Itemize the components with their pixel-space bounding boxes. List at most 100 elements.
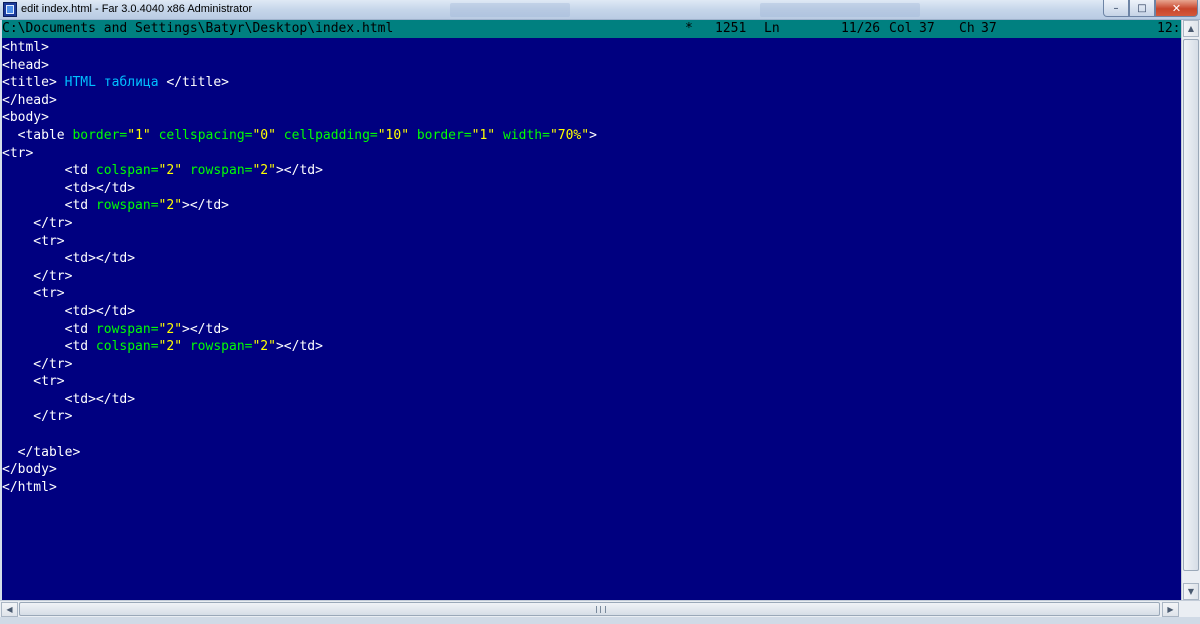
code-text[interactable]: <html> <head> <title> HTML таблица </title… xyxy=(2,39,597,496)
code-line[interactable]: <td colspan="2" rowspan="2"></td> xyxy=(2,162,597,180)
code-token-tag xyxy=(182,163,190,178)
scroll-up-arrow-icon[interactable]: ▲ xyxy=(1183,20,1199,37)
code-line[interactable]: <td></td> xyxy=(2,303,597,321)
code-line[interactable]: <html> xyxy=(2,39,597,57)
code-token-tag xyxy=(409,128,417,143)
minimize-button[interactable]: – xyxy=(1103,0,1129,17)
code-token-tag xyxy=(151,128,159,143)
code-line[interactable]: <tr> xyxy=(2,233,597,251)
code-line[interactable]: <head> xyxy=(2,57,597,75)
code-token-val: "2" xyxy=(252,339,276,355)
code-token-attr: rowspan= xyxy=(189,163,253,179)
far-manager-icon[interactable] xyxy=(3,2,17,17)
code-line[interactable]: <title> HTML таблица </title> xyxy=(2,74,597,92)
code-line[interactable] xyxy=(2,426,597,444)
maximize-button[interactable]: □ xyxy=(1129,0,1155,17)
col-value: 37 xyxy=(919,21,935,36)
close-button[interactable]: ✕ xyxy=(1155,0,1198,17)
code-token-val: "2" xyxy=(158,198,183,214)
clock: 12: xyxy=(1157,21,1181,36)
background-window-ghost xyxy=(760,3,920,17)
code-line[interactable]: <td></td> xyxy=(2,180,597,198)
modified-indicator: * xyxy=(685,21,693,36)
code-token-tag: <td xyxy=(2,198,96,214)
code-line[interactable]: </html> xyxy=(2,479,597,497)
code-token-val: "1" xyxy=(127,127,151,143)
scroll-down-arrow-icon[interactable]: ▼ xyxy=(1183,583,1199,600)
code-token-val: "2" xyxy=(158,321,183,337)
code-token-attr: cellpadding= xyxy=(283,127,378,143)
code-token-attr: colspan= xyxy=(95,339,159,355)
code-token-tag: </tr> xyxy=(2,356,73,372)
col-label: Col xyxy=(889,21,913,36)
code-token-attr: cellspacing= xyxy=(158,127,253,143)
code-token-tag: </html> xyxy=(2,479,57,495)
code-token-text: HTML таблица xyxy=(56,75,167,91)
code-line[interactable]: <tr> xyxy=(2,373,597,391)
code-line[interactable]: </tr> xyxy=(2,356,597,374)
code-token-attr: colspan= xyxy=(95,163,159,179)
horizontal-scrollbar[interactable]: ◀ ▶ xyxy=(0,600,1200,617)
file-path: C:\Documents and Settings\Batyr\Desktop\… xyxy=(2,21,394,36)
code-token-tag xyxy=(182,339,190,354)
code-token-tag: </tr> xyxy=(2,215,73,231)
code-line[interactable]: <table border="1" cellspacing="0" cellpa… xyxy=(2,127,597,145)
code-token-tag: </head> xyxy=(2,92,57,108)
code-token-tag: <tr> xyxy=(2,233,65,249)
code-line[interactable]: <td></td> xyxy=(2,250,597,268)
code-line[interactable]: <td colspan="2" rowspan="2"></td> xyxy=(2,338,597,356)
code-token-attr: border= xyxy=(72,127,128,143)
code-token-tag: <td xyxy=(2,321,96,337)
code-line[interactable]: </table> xyxy=(2,444,597,462)
code-token-tag: </tr> xyxy=(2,409,73,425)
code-token-tag: > xyxy=(589,127,597,143)
code-token-val: "0" xyxy=(252,127,276,143)
code-line[interactable]: <tr> xyxy=(2,285,597,303)
code-token-tag: ></td> xyxy=(182,321,229,337)
ch-label: Ch xyxy=(959,21,975,36)
code-token-tag: ></td> xyxy=(182,198,229,214)
ch-value: 37 xyxy=(981,21,997,36)
code-token-tag: <td></td> xyxy=(2,391,136,407)
code-line[interactable]: <td></td> xyxy=(2,391,597,409)
code-token-val: "1" xyxy=(471,127,496,143)
code-token-tag: </title> xyxy=(166,75,229,91)
code-line[interactable]: </tr> xyxy=(2,408,597,426)
code-token-tag: <td></td> xyxy=(2,251,136,267)
code-token-tag: <td></td> xyxy=(2,180,136,196)
codepage: 1251 xyxy=(715,21,747,36)
code-line[interactable]: </tr> xyxy=(2,268,597,286)
code-token-attr: width= xyxy=(502,127,550,143)
vertical-scroll-thumb[interactable] xyxy=(1183,39,1199,571)
code-token-tag: <head> xyxy=(2,57,49,73)
window-bottom-border xyxy=(0,617,1200,624)
code-token-attr: rowspan= xyxy=(95,321,159,337)
code-line[interactable]: </head> xyxy=(2,92,597,110)
code-line[interactable]: <body> xyxy=(2,109,597,127)
scroll-grip-icon xyxy=(596,606,606,613)
scroll-left-arrow-icon[interactable]: ◀ xyxy=(1,602,18,617)
ln-label: Ln xyxy=(764,21,780,36)
code-line[interactable]: <td rowspan="2"></td> xyxy=(2,321,597,339)
code-token-tag: </table> xyxy=(2,444,81,460)
horizontal-scroll-thumb[interactable] xyxy=(19,602,1160,616)
background-taskbar-glass xyxy=(250,2,1100,19)
code-line[interactable]: </tr> xyxy=(2,215,597,233)
scroll-right-arrow-icon[interactable]: ▶ xyxy=(1162,602,1179,617)
code-token-tag: <title> xyxy=(2,75,57,91)
code-token-val: "2" xyxy=(158,163,183,179)
code-token-attr: rowspan= xyxy=(95,198,159,214)
editor-area[interactable]: C:\Documents and Settings\Batyr\Desktop\… xyxy=(2,20,1181,600)
code-token-tag: <tr> xyxy=(2,286,65,302)
line-position: 11/26 xyxy=(841,21,881,36)
code-line[interactable]: </body> xyxy=(2,461,597,479)
window-controls: – □ ✕ xyxy=(1103,0,1198,18)
vertical-scrollbar[interactable]: ▲ ▼ xyxy=(1181,20,1200,600)
editor-status-bar: C:\Documents and Settings\Batyr\Desktop\… xyxy=(2,20,1181,38)
code-token-tag: <td></td> xyxy=(2,303,136,319)
far-editor-window: edit index.html - Far 3.0.4040 x86 Admin… xyxy=(0,0,1200,624)
title-bar[interactable]: edit index.html - Far 3.0.4040 x86 Admin… xyxy=(0,0,1200,20)
code-token-tag: </body> xyxy=(2,462,57,478)
code-line[interactable]: <tr> xyxy=(2,145,597,163)
code-line[interactable]: <td rowspan="2"></td> xyxy=(2,197,597,215)
